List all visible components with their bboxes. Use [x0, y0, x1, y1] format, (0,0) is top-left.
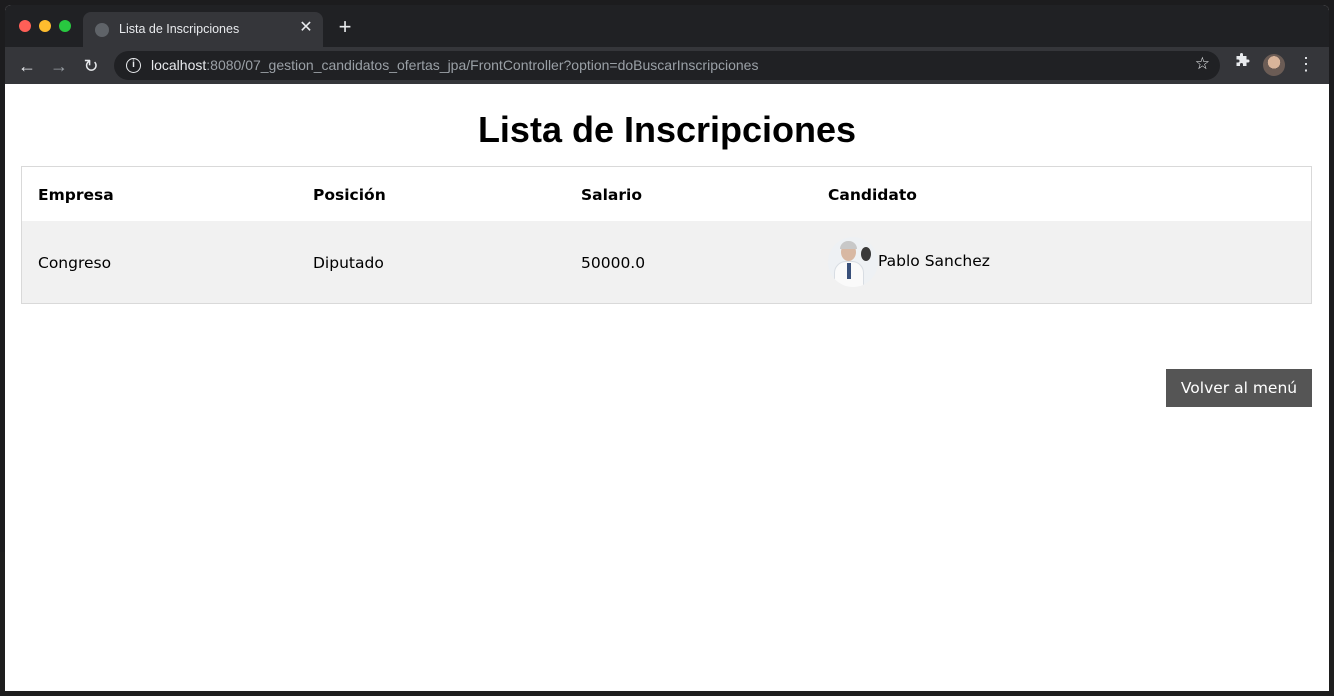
kebab-menu-icon[interactable]: ⋮	[1295, 53, 1317, 75]
site-info-icon[interactable]: i	[126, 58, 141, 73]
tab-title: Lista de Inscripciones	[119, 22, 240, 36]
avatar-tie	[847, 263, 851, 279]
table-header-row: Empresa Posición Salario Candidato	[22, 167, 1311, 221]
header-candidato: Candidato	[828, 186, 917, 204]
tab-close-icon[interactable]: ✕	[297, 19, 315, 37]
avatar-hair	[840, 241, 857, 249]
browser-toolbar: ← → ↻ i localhost:8080/07_gestion_candid…	[5, 47, 1329, 84]
avatar-background-figure	[861, 247, 871, 261]
browser-window: Lista de Inscripciones ✕ + ← → ↻ i local…	[5, 5, 1329, 691]
back-arrow-icon[interactable]: ←	[14, 53, 40, 79]
profile-avatar[interactable]	[1263, 54, 1285, 76]
cell-salario: 50000.0	[581, 254, 646, 272]
cell-posicion: Diputado	[313, 254, 384, 272]
header-posicion: Posición	[313, 186, 386, 204]
cell-candidato: Pablo Sanchez	[878, 252, 990, 270]
page-content: Lista de Inscripciones Empresa Posición …	[5, 84, 1329, 691]
bookmark-star-icon[interactable]: ☆	[1195, 54, 1210, 74]
url-host: localhost	[151, 57, 207, 73]
header-empresa: Empresa	[38, 186, 114, 204]
header-salario: Salario	[581, 186, 643, 204]
minimize-window-button[interactable]	[39, 20, 51, 32]
maximize-window-button[interactable]	[59, 20, 71, 32]
tab-active[interactable]: Lista de Inscripciones ✕	[83, 12, 323, 47]
table-row: Congreso Diputado 50000.0 Pablo Sanchez	[22, 221, 1311, 303]
page-title: Lista de Inscripciones	[477, 109, 857, 150]
back-to-menu-button[interactable]: Volver al menú	[1166, 369, 1312, 407]
candidate-avatar	[828, 237, 878, 287]
tab-strip: Lista de Inscripciones ✕ +	[5, 5, 1329, 47]
puzzle-icon[interactable]	[1231, 53, 1253, 75]
forward-arrow-icon[interactable]: →	[46, 53, 72, 79]
close-window-button[interactable]	[19, 20, 31, 32]
inscriptions-table: Empresa Posición Salario Candidato Congr…	[21, 166, 1312, 304]
url-text[interactable]: localhost:8080/07_gestion_candidatos_ofe…	[151, 57, 758, 73]
reload-icon[interactable]: ↻	[78, 53, 104, 79]
globe-icon	[95, 23, 109, 37]
address-bar[interactable]: i localhost:8080/07_gestion_candidatos_o…	[114, 51, 1220, 80]
url-path: :8080/07_gestion_candidatos_ofertas_jpa/…	[206, 57, 759, 73]
new-tab-button[interactable]: +	[333, 15, 357, 39]
cell-empresa: Congreso	[38, 254, 112, 272]
